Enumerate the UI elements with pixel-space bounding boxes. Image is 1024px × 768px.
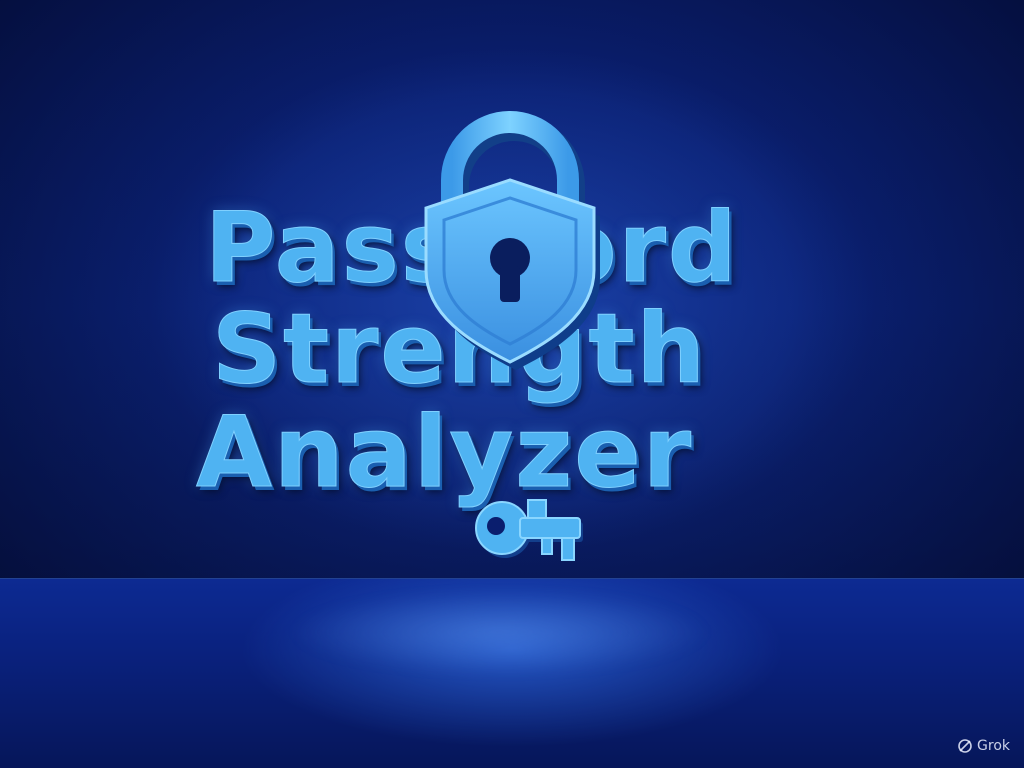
- grok-watermark: Grok: [957, 738, 1010, 754]
- key-icon: [475, 499, 583, 561]
- hero-scene: Password Strength Analyzer: [0, 0, 1024, 768]
- padlock-shield-icon: [424, 111, 600, 370]
- grok-logo-icon: [958, 739, 972, 753]
- watermark-text: Grok: [977, 738, 1010, 754]
- title-line-3: Analyzer: [195, 396, 694, 511]
- floor-reflection: [200, 592, 800, 712]
